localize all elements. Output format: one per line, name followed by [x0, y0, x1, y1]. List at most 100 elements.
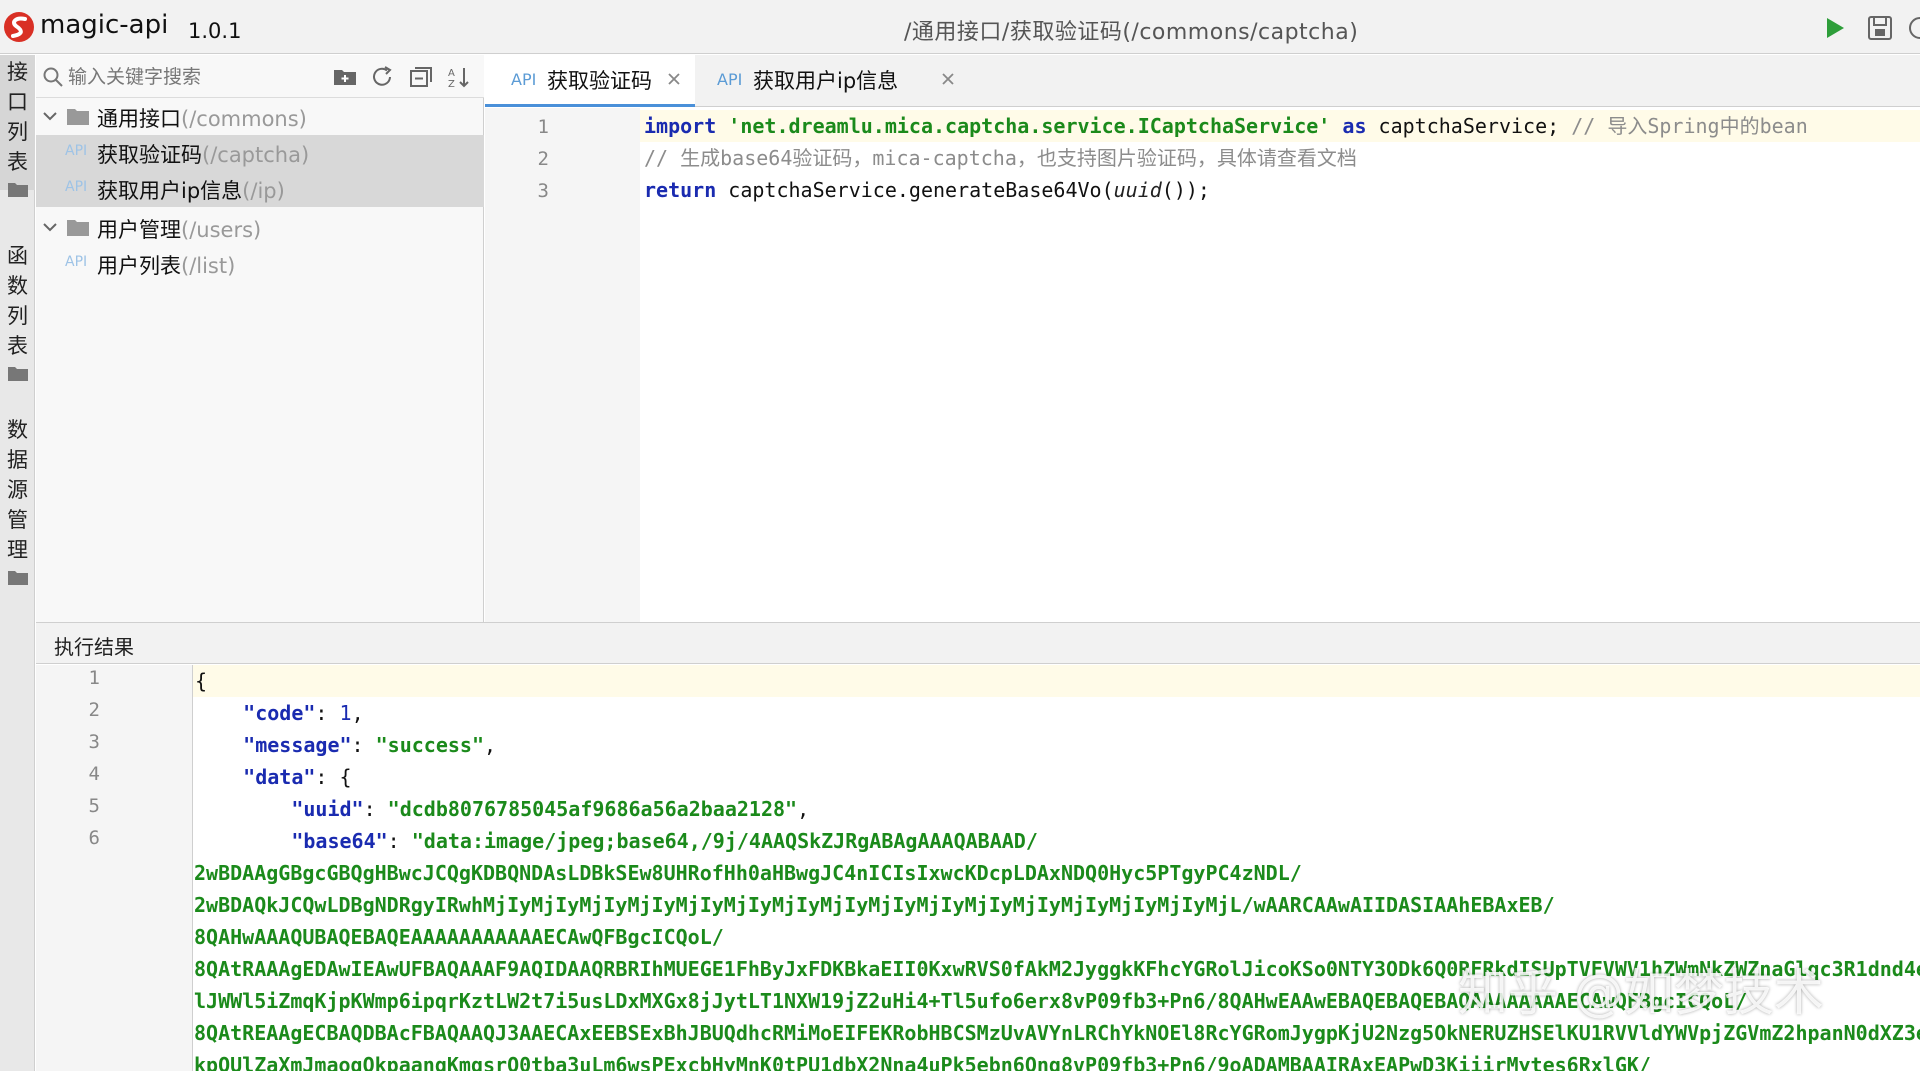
- json-token: :: [315, 701, 340, 725]
- tree-toolbar: A Z: [36, 55, 484, 98]
- chevron-down-icon[interactable]: [42, 220, 58, 234]
- line-number: 4: [88, 763, 100, 785]
- vnav-char: 接: [7, 60, 28, 84]
- result-panel-header: 执行结果: [36, 622, 1920, 664]
- settings-icon[interactable]: [1906, 14, 1920, 42]
- api-tag: API: [65, 254, 88, 270]
- tree-group-commons[interactable]: 通用接口(/commons): [36, 99, 484, 135]
- json-token: "code": [243, 701, 316, 725]
- vertical-nav: 接 口 列 表 函 数 列 表 数 据 源 管 理: [0, 55, 35, 1071]
- vnav-char: 源: [7, 478, 28, 502]
- line-number: 3: [88, 731, 100, 753]
- code-token: uuid: [1113, 178, 1162, 202]
- line-number: 1: [88, 667, 100, 689]
- vnav-char: 列: [7, 120, 28, 144]
- tree-api-user-list[interactable]: API 用户列表(/list): [36, 246, 484, 282]
- json-token: "data:image/jpeg;base64,/9j/4AAQSkZJRgAB…: [411, 829, 1038, 853]
- vnav-char: 数: [7, 274, 28, 298]
- vnav-char: 口: [7, 90, 28, 114]
- vnav-char: 函: [7, 244, 28, 268]
- vnav-datasource-management[interactable]: 数 据 源 管 理: [0, 415, 35, 585]
- code-line: // 生成base64验证码，mica-captcha，也支持图片验证码，具体请…: [640, 142, 1920, 174]
- code-token: captchaService.generateBase64Vo(: [716, 178, 1114, 202]
- api-tag: API: [717, 70, 743, 89]
- json-token: "success": [375, 733, 485, 757]
- code-token: // 导入Spring中的bean: [1571, 114, 1808, 138]
- api-tree-panel: A Z 通用接口(/commons) API 获取验证码(/captcha) A…: [36, 55, 484, 622]
- json-token: : {: [315, 765, 352, 789]
- json-token: {: [195, 669, 208, 693]
- json-token: :: [351, 733, 376, 757]
- vnav-char: 表: [7, 150, 28, 174]
- app-name: magic-api: [40, 10, 169, 40]
- result-line: "base64": "data:image/jpeg;base64,/9j/4A…: [193, 825, 1038, 857]
- tree-node-label: 通用接口(/commons): [97, 107, 307, 131]
- current-api-path: /通用接口/获取验证码(/commons/captcha): [904, 20, 1359, 45]
- vnav-char: 理: [7, 538, 28, 562]
- tree-node-label: 获取用户ip信息(/ip): [97, 179, 285, 203]
- vnav-char: 据: [7, 448, 28, 472]
- code-token: import: [644, 114, 717, 138]
- vnav-char: 列: [7, 304, 28, 328]
- result-line: "data": {: [193, 761, 352, 793]
- editor-tabs: API 获取验证码 API 获取用户ip信息: [485, 55, 1920, 107]
- json-token: "message": [243, 733, 352, 757]
- sort-icon[interactable]: A Z: [446, 65, 472, 89]
- tree-group-users[interactable]: 用户管理(/users): [36, 210, 484, 246]
- api-tag: API: [65, 143, 88, 159]
- code-text-area[interactable]: import 'net.dreamlu.mica.captcha.service…: [640, 108, 1920, 622]
- code-token: return: [644, 178, 717, 202]
- svg-text:A: A: [448, 68, 455, 79]
- search-input[interactable]: [68, 61, 358, 93]
- code-line: import 'net.dreamlu.mica.captcha.service…: [640, 110, 1920, 142]
- save-icon[interactable]: [1866, 14, 1894, 42]
- tree-node-label: 获取验证码(/captcha): [97, 143, 310, 167]
- api-tag: API: [65, 179, 88, 195]
- tree-api-ip[interactable]: API 获取用户ip信息(/ip): [36, 171, 484, 207]
- collapse-all-icon[interactable]: [408, 65, 434, 89]
- json-token: ,: [484, 733, 497, 757]
- json-token: "uuid": [291, 797, 364, 821]
- run-icon[interactable]: [1822, 14, 1848, 42]
- result-wrapped-line: 8QAtREAAgECBAQDBAcFBAQAAQJ3AAECAxEEBSExB…: [194, 1021, 1920, 1045]
- tab-user-ip[interactable]: API 获取用户ip信息: [699, 55, 969, 107]
- json-token: ,: [797, 797, 810, 821]
- tree-node-label: 用户管理(/users): [97, 218, 262, 242]
- code-token: // 生成base64验证码，mica-captcha，也支持图片验证码，具体请…: [644, 146, 1357, 170]
- new-folder-icon[interactable]: [332, 65, 358, 89]
- tab-label: 获取验证码: [547, 69, 652, 93]
- folder-icon: [67, 220, 89, 236]
- result-wrapped-line: 2wBDAQkJCQwLDBgNDRgyIRwhMjIyMjIyMjIyMjIy…: [194, 893, 1555, 917]
- app-version: 1.0.1: [188, 19, 242, 43]
- result-line: "uuid": "dcdb8076785045af9686a56a2baa212…: [193, 793, 809, 825]
- line-number: 2: [537, 148, 549, 170]
- close-icon[interactable]: [939, 70, 957, 88]
- result-panel[interactable]: 1 2 3 4 5 6 { "code": 1, "message": "suc…: [36, 665, 1920, 1071]
- vnav-api-list[interactable]: 接 口 列 表: [0, 55, 35, 197]
- editor-gutter: 1 2 3: [485, 108, 640, 622]
- folder-icon: [7, 183, 28, 197]
- result-wrapped-line: kpQUlZaXmJmaoqOkpaanqKmqsrO0tba3uLm6wsPE…: [194, 1053, 1651, 1071]
- code-line: return captchaService.generateBase64Vo(u…: [640, 174, 1920, 206]
- result-line: {: [193, 665, 1920, 697]
- close-icon[interactable]: [665, 70, 683, 88]
- line-number: 1: [537, 116, 549, 138]
- tab-label: 获取用户ip信息: [753, 69, 899, 93]
- app-header: magic-api 1.0.1 /通用接口/获取验证码(/commons/cap…: [0, 0, 1920, 54]
- code-token: as: [1342, 114, 1367, 138]
- json-token: 1: [339, 701, 352, 725]
- tree-api-captcha[interactable]: API 获取验证码(/captcha): [36, 135, 484, 171]
- vnav-function-list[interactable]: 函 数 列 表: [0, 241, 35, 381]
- result-wrapped-line: 8QAHwAAAQUBAQEBAQEAAAAAAAAAAAECAwQFBgcIC…: [194, 925, 724, 949]
- code-editor: API 获取验证码 API 获取用户ip信息 1 2 3 import 'net…: [485, 55, 1920, 622]
- chevron-down-icon[interactable]: [42, 109, 58, 123]
- tab-captcha[interactable]: API 获取验证码: [485, 55, 695, 107]
- folder-icon: [67, 109, 89, 125]
- refresh-icon[interactable]: [370, 65, 396, 89]
